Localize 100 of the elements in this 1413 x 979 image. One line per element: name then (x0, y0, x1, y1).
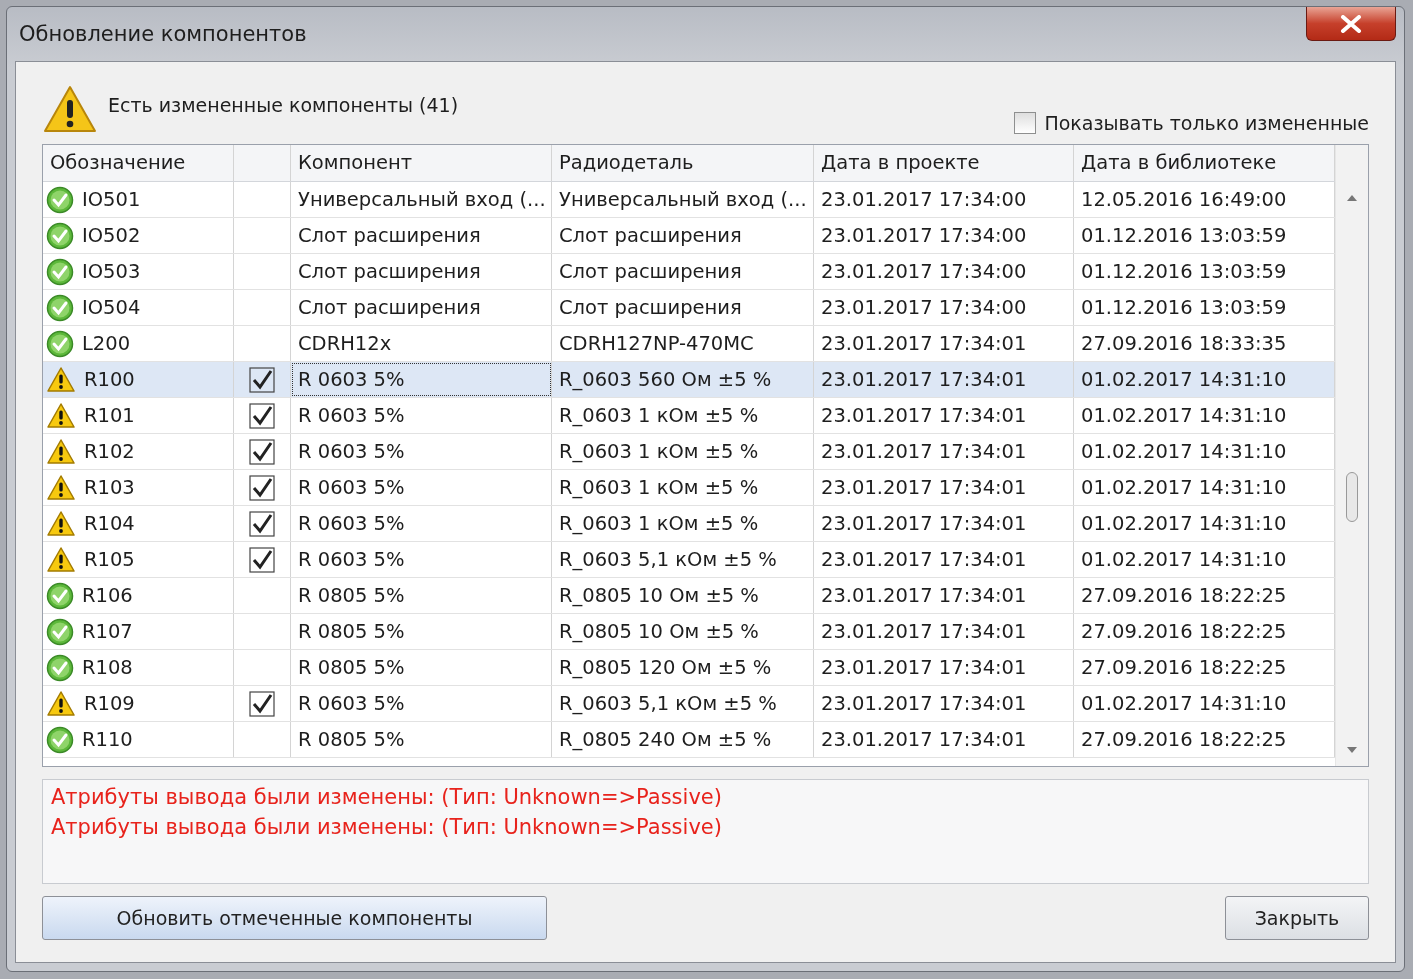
table-cell-text: 27.09.2016 18:22:25 (1081, 582, 1287, 609)
table-cell-text: 01.02.2017 14:31:10 (1081, 402, 1287, 429)
table-cell-text: 27.09.2016 18:22:25 (1081, 654, 1287, 681)
checkmark-icon[interactable] (249, 510, 275, 537)
table-cell-text: R_0603 1 кОм ±5 % (559, 474, 759, 501)
check-circle-icon (46, 329, 74, 358)
checkmark-icon[interactable] (249, 438, 275, 465)
table-cell-text: 23.01.2017 17:34:01 (821, 618, 1027, 645)
scrollbar[interactable] (1335, 145, 1368, 766)
table-cell-text: IO501 (82, 186, 141, 213)
scroll-up-icon[interactable] (1346, 194, 1358, 202)
table-cell-text: 23.01.2017 17:34:01 (821, 438, 1027, 465)
table-cell-text: R_0603 1 кОм ±5 % (559, 510, 759, 537)
table-row[interactable]: R104 R 0603 5% R_0603 1 кОм ±5 % 23.01.2017 17:34:01 01.02.2017 14:31:10 (43, 506, 1335, 542)
table-row[interactable]: IO504 Слот расширения Слот расширения 23.01.2017 17:34:00 01.12.2016 13:03:59 (43, 290, 1335, 326)
close-dialog-button[interactable]: Закрыть (1225, 896, 1369, 940)
table-row[interactable]: IO501 Универсальный вход (... Универсальный вход (... 23.01.2017 17:34:00 12.05.2016 16:49:00 (43, 182, 1335, 218)
table-row[interactable]: R107 R 0805 5% R_0805 10 Ом ±5 % 23.01.2017 17:34:01 27.09.2016 18:22:25 (43, 614, 1335, 650)
table-cell-text: Слот расширения (559, 294, 742, 321)
checkmark-icon[interactable] (249, 546, 275, 573)
table-cell-text: CDRH127NP-470MC (559, 330, 754, 357)
table-cell-text: 23.01.2017 17:34:01 (821, 690, 1027, 717)
scroll-thumb[interactable] (1346, 472, 1358, 522)
table-row[interactable]: R106 R 0805 5% R_0805 10 Ом ±5 % 23.01.2017 17:34:01 27.09.2016 18:22:25 (43, 578, 1335, 614)
warning-icon (42, 84, 98, 134)
table-cell-text: R107 (82, 618, 133, 645)
table-cell-text: R 0603 5% (298, 510, 405, 537)
table-cell-text: R 0603 5% (298, 690, 405, 717)
table-row[interactable]: IO502 Слот расширения Слот расширения 23.01.2017 17:34:00 01.12.2016 13:03:59 (43, 218, 1335, 254)
table-cell-text: IO504 (82, 294, 141, 321)
error-message: Атрибуты вывода были изменены: (Тип: Unknown=>Passive) (51, 784, 723, 811)
checkmark-icon[interactable] (249, 690, 275, 717)
table-row[interactable]: R109 R 0603 5% R_0603 5,1 кОм ±5 % 23.01.2017 17:34:01 01.02.2017 14:31:10 (43, 686, 1335, 722)
table-cell-text: IO502 (82, 222, 141, 249)
column-header[interactable]: Компонент (298, 148, 413, 178)
checkmark-icon[interactable] (249, 402, 275, 429)
checkmark-icon[interactable] (249, 366, 275, 393)
column-header[interactable]: Обозначение (50, 148, 186, 178)
table-cell-text: Слот расширения (559, 222, 742, 249)
table-cell-text: 27.09.2016 18:33:35 (1081, 330, 1287, 357)
table-cell-text: R_0603 560 Ом ±5 % (559, 366, 772, 393)
table-cell-text: R103 (84, 474, 135, 501)
table-cell-text: 23.01.2017 17:34:01 (821, 330, 1027, 357)
table-cell-text: 01.02.2017 14:31:10 (1081, 510, 1287, 537)
table-cell-text: 27.09.2016 18:22:25 (1081, 618, 1287, 645)
table-row[interactable]: R110 R 0805 5% R_0805 240 Ом ±5 % 23.01.2017 17:34:01 27.09.2016 18:22:25 (43, 722, 1335, 758)
table-cell-text: 23.01.2017 17:34:01 (821, 546, 1027, 573)
column-header[interactable]: Радиодеталь (559, 148, 694, 178)
window-title: Обновление компонентов (19, 21, 307, 48)
table-cell-text: R_0603 5,1 кОм ±5 % (559, 546, 777, 573)
table-cell-text: 23.01.2017 17:34:01 (821, 402, 1027, 429)
check-circle-icon (46, 653, 74, 682)
close-button[interactable] (1306, 7, 1396, 41)
table-cell-text: R_0805 120 Ом ±5 % (559, 654, 772, 681)
warning-icon (46, 690, 76, 717)
check-circle-icon (46, 293, 74, 322)
table-row[interactable]: R101 R 0603 5% R_0603 1 кОм ±5 % 23.01.2017 17:34:01 01.02.2017 14:31:10 (43, 398, 1335, 434)
table-cell-text: R101 (84, 402, 135, 429)
table-cell-text: Слот расширения (559, 258, 742, 285)
warning-icon (46, 366, 76, 393)
update-button[interactable]: Обновить отмеченные компоненты (42, 896, 547, 940)
table-cell-text: R_0603 1 кОм ±5 % (559, 402, 759, 429)
table-cell-text: R 0603 5% (298, 546, 405, 573)
table-cell-text: 23.01.2017 17:34:01 (821, 582, 1027, 609)
table-cell-text: R 0805 5% (298, 654, 405, 681)
table-row[interactable]: R108 R 0805 5% R_0805 120 Ом ±5 % 23.01.2017 17:34:01 27.09.2016 18:22:25 (43, 650, 1335, 686)
warning-icon (46, 510, 76, 537)
table-row[interactable]: R102 R 0603 5% R_0603 1 кОм ±5 % 23.01.2017 17:34:01 01.02.2017 14:31:10 (43, 434, 1335, 470)
table-cell-text: R_0805 10 Ом ±5 % (559, 582, 759, 609)
close-icon (1340, 14, 1362, 33)
column-header[interactable]: Дата в проекте (821, 148, 980, 178)
table-cell-text: Универсальный вход (... (559, 186, 807, 213)
warning-icon (46, 438, 76, 465)
check-circle-icon (46, 581, 74, 610)
table-cell-text: R100 (84, 366, 135, 393)
table-cell-text: 01.02.2017 14:31:10 (1081, 366, 1287, 393)
table-cell-text: R_0603 1 кОм ±5 % (559, 438, 759, 465)
scroll-down-icon[interactable] (1346, 746, 1358, 754)
table-cell-text: 23.01.2017 17:34:00 (821, 222, 1027, 249)
table-cell-text: R 0805 5% (298, 618, 405, 645)
table-cell-text: Слот расширения (298, 258, 481, 285)
warning-icon (46, 474, 76, 501)
table-row[interactable]: IO503 Слот расширения Слот расширения 23.01.2017 17:34:00 01.12.2016 13:03:59 (43, 254, 1335, 290)
table-cell-text: R 0603 5% (298, 438, 405, 465)
table-cell-text: 12.05.2016 16:49:00 (1081, 186, 1287, 213)
table-cell-text: R_0805 10 Ом ±5 % (559, 618, 759, 645)
check-circle-icon (46, 617, 74, 646)
table-cell-text: R102 (84, 438, 135, 465)
table-row[interactable]: R103 R 0603 5% R_0603 1 кОм ±5 % 23.01.2017 17:34:01 01.02.2017 14:31:10 (43, 470, 1335, 506)
table-cell-text: 01.02.2017 14:31:10 (1081, 690, 1287, 717)
table-cell-text: 01.12.2016 13:03:59 (1081, 222, 1287, 249)
filter-checkbox[interactable] (1014, 112, 1037, 134)
table-cell-text: Универсальный вход (... (298, 186, 546, 213)
column-header[interactable]: Дата в библиотеке (1081, 148, 1277, 178)
table-row[interactable]: R105 R 0603 5% R_0603 5,1 кОм ±5 % 23.01.2017 17:34:01 01.02.2017 14:31:10 (43, 542, 1335, 578)
table-cell-text: 23.01.2017 17:34:00 (821, 294, 1027, 321)
checkmark-icon[interactable] (249, 474, 275, 501)
table-row[interactable]: R100 R 0603 5% R_0603 560 Ом ±5 % 23.01.2017 17:34:01 01.02.2017 14:31:10 (43, 362, 1335, 398)
table-cell-text: 23.01.2017 17:34:01 (821, 474, 1027, 501)
table-cell-text: R 0603 5% (298, 366, 405, 393)
